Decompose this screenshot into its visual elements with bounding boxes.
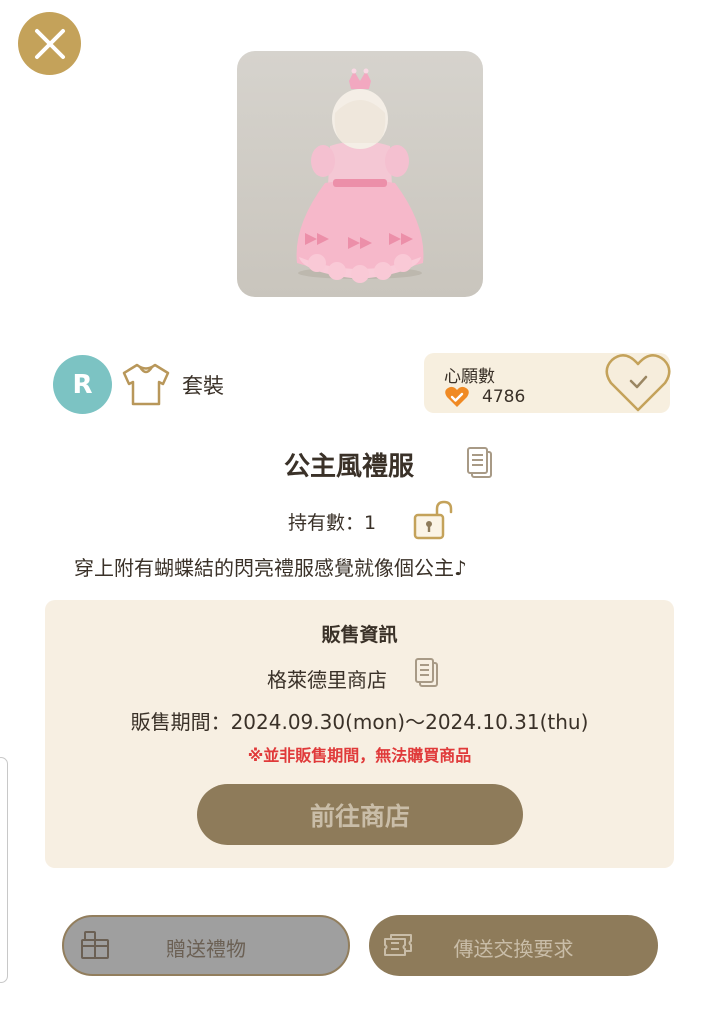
item-detail-page: R 套裝 心願數 4786 公主風禮服 持有數：1 穿上附有蝴蝶結的閃亮禮服感覺… [0, 0, 718, 1023]
shirt-icon [122, 363, 170, 406]
wishlist-count: 4786 [482, 387, 526, 407]
send-gift-button[interactable]: 贈送禮物 [62, 915, 350, 976]
copy-icon[interactable] [414, 657, 440, 689]
unlocked-padlock-icon[interactable] [412, 500, 454, 540]
send-gift-label: 贈送禮物 [166, 937, 246, 961]
close-icon [34, 28, 65, 59]
rarity-badge: R [53, 355, 112, 414]
shop-name: 格萊德里商店 [267, 668, 387, 692]
princess-dress-figure [296, 68, 424, 283]
item-name: 公主風禮服 [284, 452, 415, 482]
trade-request-label: 傳送交換要求 [453, 937, 574, 961]
sale-info-panel: 販售資訊 格萊德里商店 販售期間：2024.09.30(mon)～2024.10… [45, 600, 674, 868]
close-button[interactable] [18, 12, 81, 75]
sale-info-title: 販售資訊 [321, 624, 398, 646]
side-panel-edge [0, 757, 8, 983]
sale-period: 販售期間：2024.09.30(mon)～2024.10.31(thu) [130, 710, 589, 734]
copy-icon[interactable] [466, 446, 494, 480]
sale-warning: ※並非販售期間，無法購買商品 [247, 746, 472, 765]
owned-count: 持有數：1 [288, 512, 377, 534]
item-image [237, 51, 483, 297]
heart-check-small-icon [445, 386, 469, 407]
wishlist-heart-button[interactable] [604, 350, 672, 414]
goto-store-button[interactable]: 前往商店 [197, 784, 523, 845]
wishlist-title: 心願數 [444, 367, 495, 387]
trade-request-button[interactable]: 傳送交換要求 [369, 915, 658, 976]
item-description: 穿上附有蝴蝶結的閃亮禮服感覺就像個公主♪ [74, 556, 467, 580]
item-type-label: 套裝 [182, 374, 224, 398]
